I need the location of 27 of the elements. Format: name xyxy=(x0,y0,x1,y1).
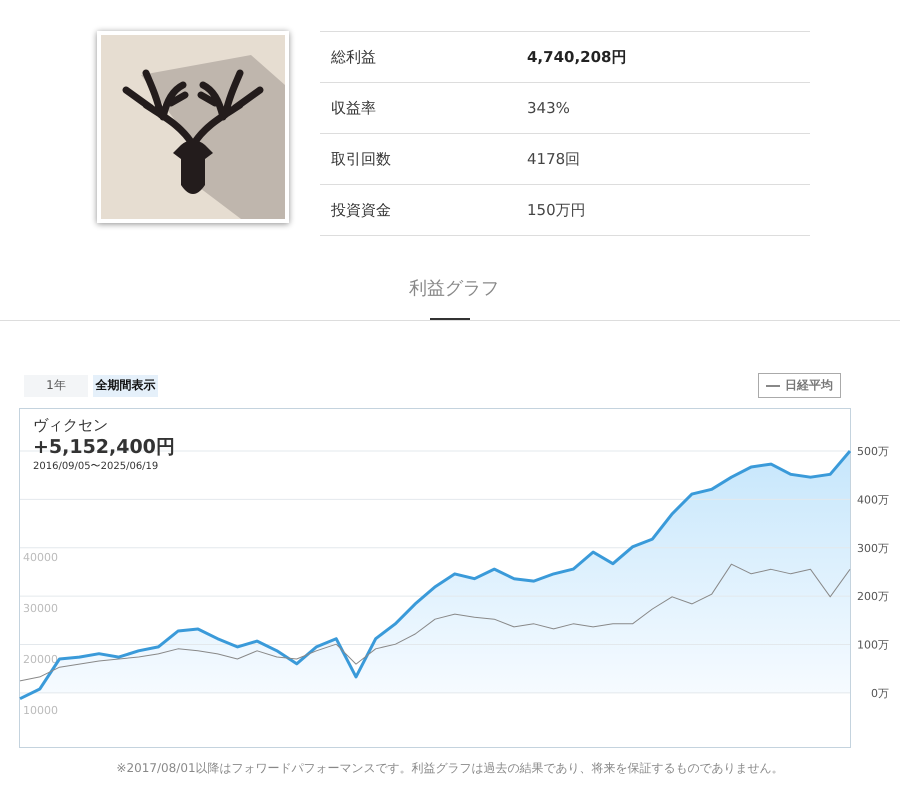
strategy-name: ヴィクセン xyxy=(33,416,109,435)
axis-label: 500万 xyxy=(857,445,889,458)
total-profit: +5,152,400円 xyxy=(33,435,175,459)
title-underline xyxy=(430,318,470,320)
stat-value: 343% xyxy=(527,99,570,117)
stat-value: 4,740,208円 xyxy=(527,48,626,66)
axis-label: 100万 xyxy=(857,638,889,652)
period-tab[interactable]: 全期間表示 xyxy=(93,374,158,396)
section-title: 利益グラフ xyxy=(408,277,500,301)
axis-label: 30000 xyxy=(23,602,58,615)
period-tab[interactable]: 1年 xyxy=(24,374,88,396)
date-range: 2016/09/05〜2025/06/19 xyxy=(33,460,160,473)
axis-label: 20000 xyxy=(23,653,58,666)
axis-label: 0万 xyxy=(871,686,889,700)
stat-value: 150万円 xyxy=(527,200,586,220)
axis-label: 40000 xyxy=(23,551,58,564)
axis-label: 200万 xyxy=(857,590,889,604)
stat-value: 4178回 xyxy=(527,150,580,168)
stat-label: 投資資金 xyxy=(330,200,392,220)
disclaimer-text: ※2017/08/01以降はフォワードパフォーマンスです。利益グラフは過去の結果であり、将来を保証するものでありません。 xyxy=(115,760,785,777)
axis-label: 300万 xyxy=(857,542,889,555)
axis-label: 400万 xyxy=(857,493,889,506)
legend-toggle-button[interactable]: 日経平均 xyxy=(758,373,841,398)
stat-label: 取引回数 xyxy=(330,150,392,168)
stat-label: 収益率 xyxy=(330,98,377,118)
stat-label: 総利益 xyxy=(330,48,377,66)
axis-label: 10000 xyxy=(23,704,58,717)
